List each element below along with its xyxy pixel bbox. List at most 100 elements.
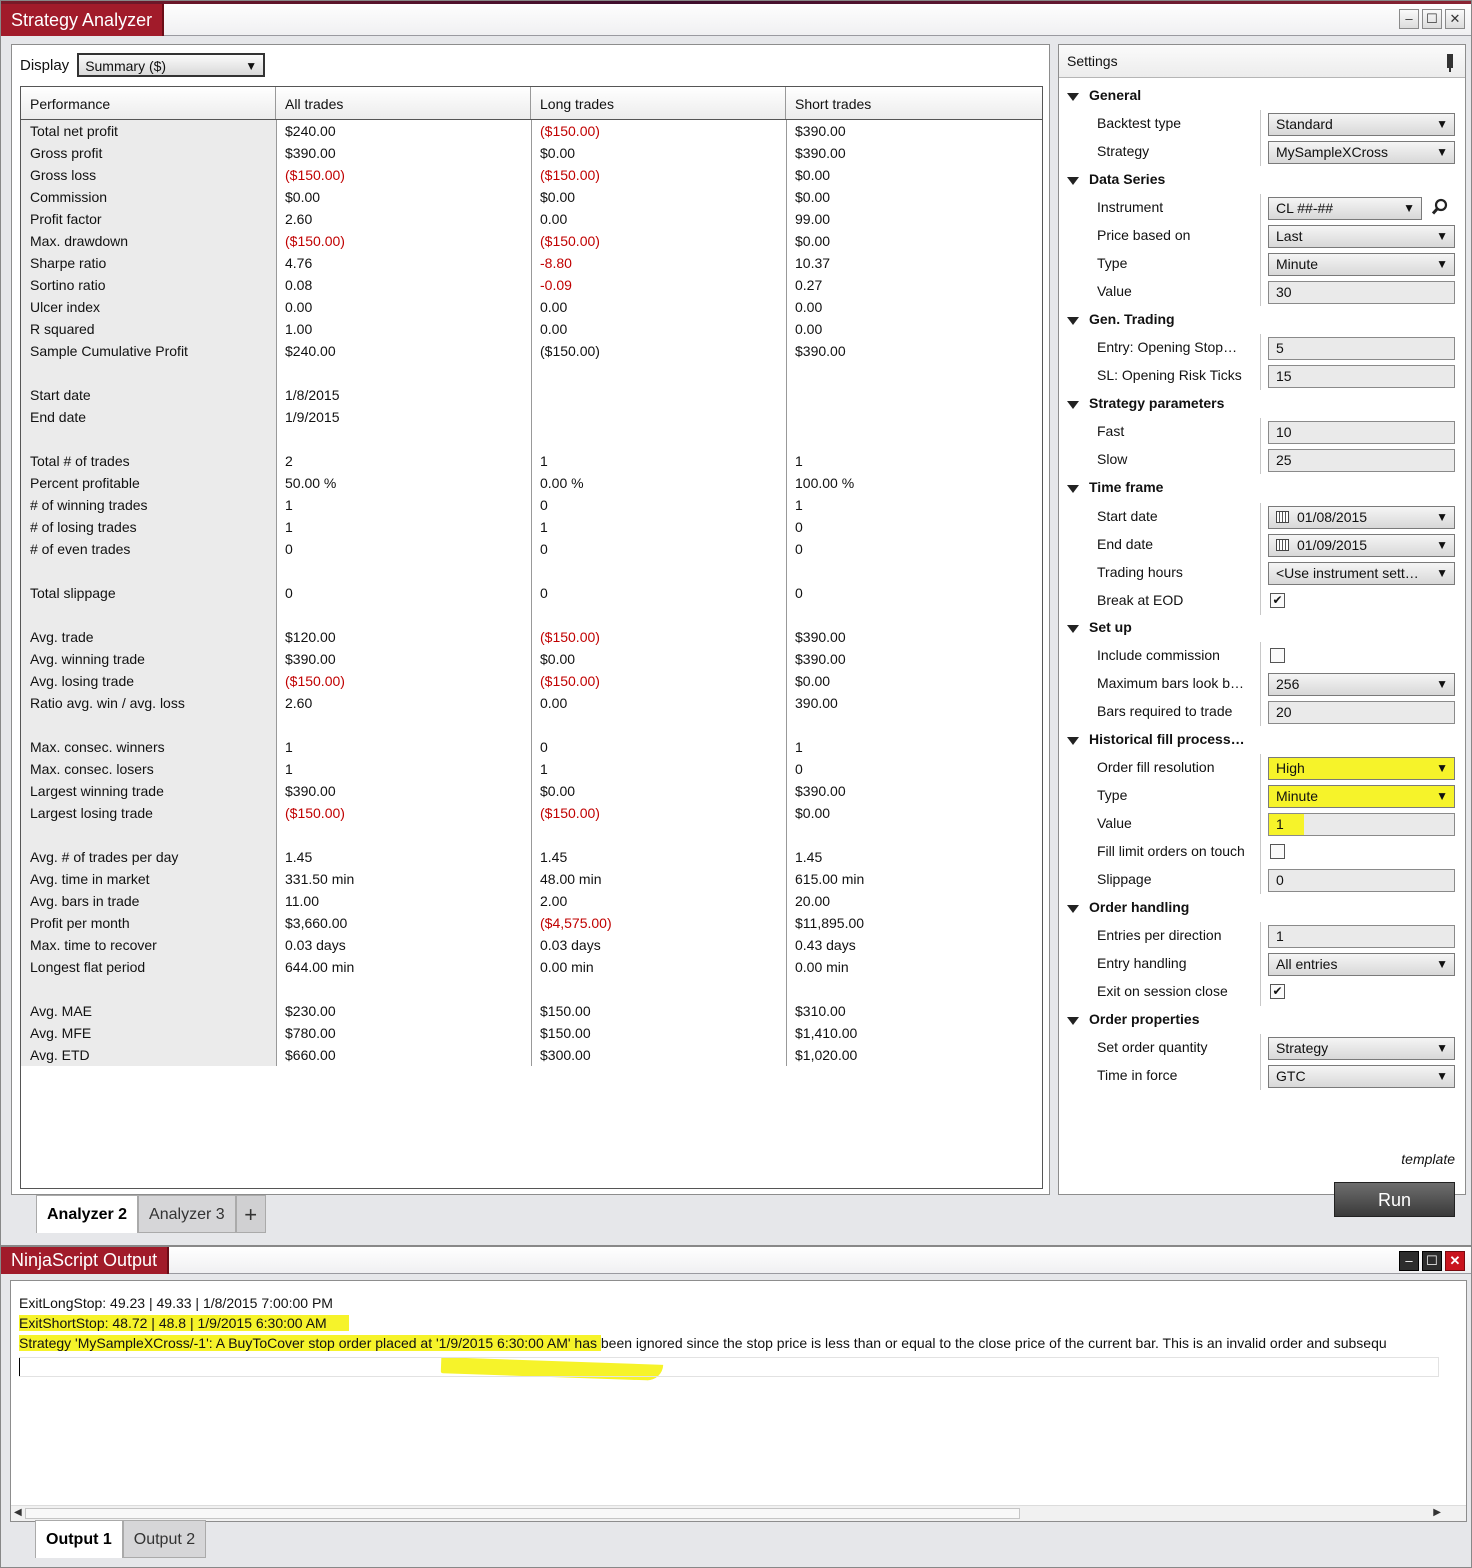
template-link[interactable]: template [1401, 1151, 1455, 1167]
settings-category[interactable]: Time frame [1059, 474, 1465, 502]
settings-category[interactable]: Data Series [1059, 166, 1465, 194]
divider [1260, 698, 1261, 726]
maximize-icon[interactable]: ☐ [1422, 1251, 1442, 1271]
metric-value-short: $310.00 [795, 1003, 846, 1019]
add-tab-button[interactable]: + [235, 1195, 266, 1233]
tab-output-2[interactable]: Output 2 [122, 1520, 207, 1558]
collapse-triangle-icon[interactable] [1067, 317, 1079, 325]
property-select[interactable]: MySampleXCross ▼ [1268, 141, 1455, 164]
display-select[interactable]: Summary ($) ▼ [77, 53, 266, 77]
run-button[interactable]: Run [1334, 1182, 1455, 1217]
scroll-right-icon[interactable]: ▶ [1433, 1507, 1441, 1518]
display-row: Display Summary ($) ▼ [20, 53, 266, 77]
metric-label: Profit per month [21, 912, 276, 934]
metric-value-all: 331.50 min [285, 871, 355, 887]
collapse-triangle-icon[interactable] [1067, 401, 1079, 409]
output-input-line[interactable] [19, 1357, 1439, 1377]
settings-category[interactable]: Historical fill process… [1059, 726, 1465, 754]
tab-analyzer-3[interactable]: Analyzer 3 [138, 1195, 236, 1233]
output-titlebar[interactable]: NinjaScript Output – ☐ ✕ [1, 1247, 1471, 1274]
column-header-performance[interactable]: Performance [21, 87, 276, 119]
metric-value-all: $780.00 [285, 1025, 336, 1041]
scrollbar-thumb[interactable] [25, 1508, 1020, 1519]
collapse-triangle-icon[interactable] [1067, 1017, 1079, 1025]
output-line-highlighted: Strategy 'MySampleXCross/-1': A BuyToCov… [19, 1335, 1387, 1351]
collapse-triangle-icon[interactable] [1067, 905, 1079, 913]
metric-value-long: 0.03 days [540, 937, 601, 953]
collapse-triangle-icon[interactable] [1067, 177, 1079, 185]
property-select[interactable]: 256 ▼ [1268, 673, 1455, 696]
maximize-icon[interactable]: ☐ [1422, 9, 1442, 29]
output-text-area[interactable]: ExitLongStop: 49.23 | 49.33 | 1/8/2015 7… [10, 1280, 1467, 1522]
titlebar-accent [1, 1, 1471, 4]
pin-icon[interactable] [1447, 54, 1453, 72]
settings-property: Slippage 0 [1059, 866, 1465, 894]
scroll-left-icon[interactable]: ◀ [14, 1507, 22, 1518]
settings-property: Instrument CL ##-## ▼ [1059, 194, 1465, 222]
property-input[interactable]: 30 [1268, 281, 1455, 304]
metric-value-short: $0.00 [795, 673, 831, 689]
property-checkbox[interactable]: ✔ [1270, 593, 1285, 608]
settings-category[interactable]: General [1059, 82, 1465, 110]
instrument-select[interactable]: CL ##-## ▼ [1268, 197, 1422, 220]
property-input[interactable]: 20 [1268, 701, 1455, 724]
settings-category[interactable]: Order handling [1059, 894, 1465, 922]
collapse-triangle-icon[interactable] [1067, 485, 1079, 493]
property-select[interactable]: <Use instrument sett… ▼ [1268, 562, 1455, 585]
property-select[interactable]: Last ▼ [1268, 225, 1455, 248]
collapse-triangle-icon[interactable] [1067, 93, 1079, 101]
minimize-icon[interactable]: – [1399, 1251, 1419, 1271]
column-header-all-trades[interactable]: All trades [276, 87, 531, 119]
metric-value-long: 0.00 [540, 211, 568, 227]
settings-category[interactable]: Gen. Trading [1059, 306, 1465, 334]
metric-value-short: $11,895.00 [795, 915, 865, 931]
date-picker[interactable]: 01/09/2015 ▼ [1268, 534, 1455, 557]
settings-category[interactable]: Order properties [1059, 1006, 1465, 1034]
property-select[interactable]: Minute ▼ [1268, 785, 1455, 808]
metric-value-long: ($150.00) [540, 167, 600, 183]
search-icon[interactable] [1431, 198, 1449, 216]
property-input[interactable]: 1 [1268, 813, 1455, 836]
settings-category[interactable]: Set up [1059, 614, 1465, 642]
property-input[interactable]: 15 [1268, 365, 1455, 388]
close-icon[interactable]: ✕ [1445, 9, 1465, 29]
metric-label: Total net profit [21, 120, 276, 142]
property-input[interactable]: 25 [1268, 449, 1455, 472]
property-checkbox[interactable] [1270, 648, 1285, 663]
close-icon[interactable]: ✕ [1445, 1251, 1465, 1271]
metric-label: R squared [21, 318, 276, 340]
minimize-icon[interactable]: – [1399, 9, 1419, 29]
property-select[interactable]: All entries ▼ [1268, 953, 1455, 976]
property-checkbox[interactable]: ✔ [1270, 984, 1285, 999]
analyzer-titlebar[interactable]: Strategy Analyzer – ☐ ✕ [1, 1, 1471, 36]
metric-value-short [786, 824, 1042, 846]
column-header-short-trades[interactable]: Short trades [786, 87, 1042, 119]
property-input[interactable]: 10 [1268, 421, 1455, 444]
category-label: Data Series [1089, 171, 1166, 187]
metric-value-short: $390.00 [795, 629, 846, 645]
property-select[interactable]: Minute ▼ [1268, 253, 1455, 276]
select-value: Minute [1276, 788, 1319, 804]
property-input[interactable]: 5 [1268, 337, 1455, 360]
settings-category[interactable]: Strategy parameters [1059, 390, 1465, 418]
column-header-long-trades[interactable]: Long trades [531, 87, 786, 119]
property-input[interactable]: 1 [1268, 925, 1455, 948]
calendar-icon [1276, 539, 1289, 551]
tab-analyzer-2[interactable]: Analyzer 2 [36, 1195, 139, 1233]
horizontal-scrollbar[interactable]: ◀ ▶ [11, 1505, 1466, 1521]
divider [1260, 418, 1261, 446]
metric-value-long: 2.00 [540, 893, 568, 909]
collapse-triangle-icon[interactable] [1067, 737, 1079, 745]
date-picker[interactable]: 01/08/2015 ▼ [1268, 506, 1455, 529]
property-checkbox[interactable] [1270, 844, 1285, 859]
property-select[interactable]: High ▼ [1268, 757, 1455, 780]
chevron-down-icon: ▼ [1436, 1069, 1448, 1083]
property-select[interactable]: Standard ▼ [1268, 113, 1455, 136]
tab-output-1[interactable]: Output 1 [35, 1520, 123, 1558]
metric-value-all: 1/8/2015 [285, 387, 340, 403]
property-input[interactable]: 0 [1268, 869, 1455, 892]
property-select[interactable]: Strategy ▼ [1268, 1037, 1455, 1060]
collapse-triangle-icon[interactable] [1067, 625, 1079, 633]
property-select[interactable]: GTC ▼ [1268, 1065, 1455, 1088]
divider [1260, 642, 1261, 670]
